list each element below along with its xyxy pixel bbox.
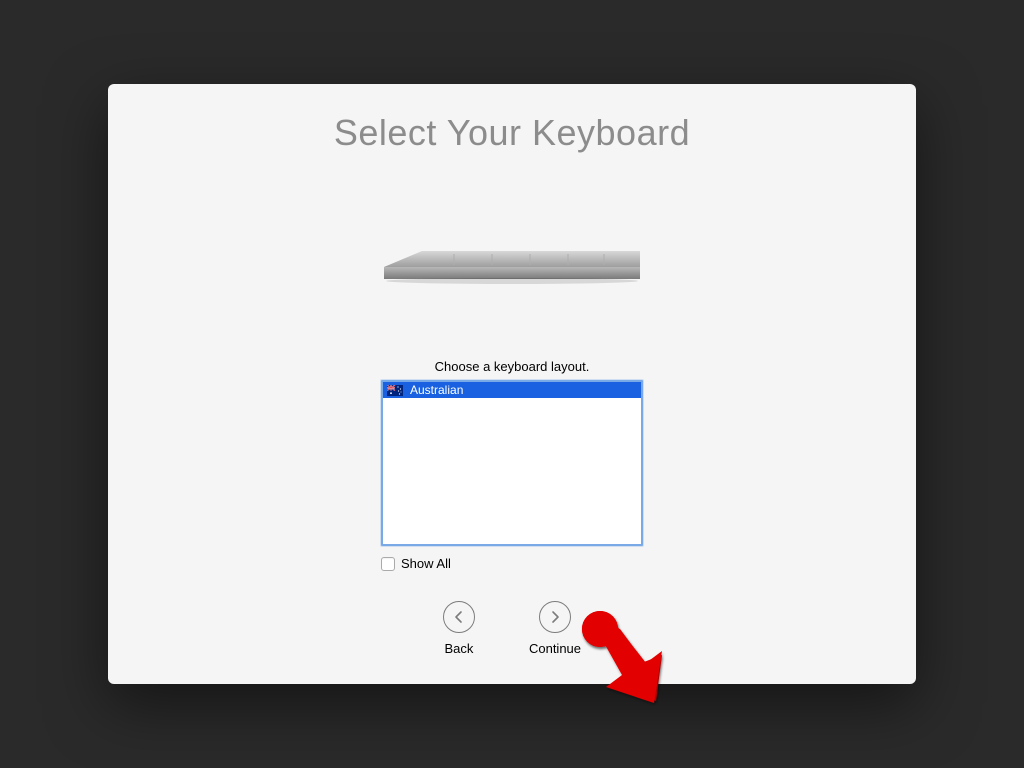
continue-label: Continue [529, 641, 581, 656]
back-label: Back [445, 641, 474, 656]
show-all-checkbox[interactable] [381, 557, 395, 571]
flag-icon-au [387, 385, 403, 396]
instruction-label: Choose a keyboard layout. [435, 359, 590, 374]
list-item-label: Australian [410, 383, 463, 397]
page-title: Select Your Keyboard [334, 112, 690, 154]
arrow-left-icon [443, 601, 475, 633]
show-all-row: Show All [381, 556, 643, 571]
list-item[interactable]: Australian [383, 382, 641, 398]
arrow-right-icon [539, 601, 571, 633]
continue-button[interactable]: Continue [529, 601, 581, 656]
setup-assistant-window: Select Your Keyboard [108, 84, 916, 684]
keyboard-illustration [382, 249, 642, 287]
back-button[interactable]: Back [443, 601, 475, 656]
keyboard-layout-listbox[interactable]: Australian [381, 380, 643, 546]
show-all-label: Show All [401, 556, 451, 571]
nav-buttons: Back Continue [381, 601, 643, 656]
